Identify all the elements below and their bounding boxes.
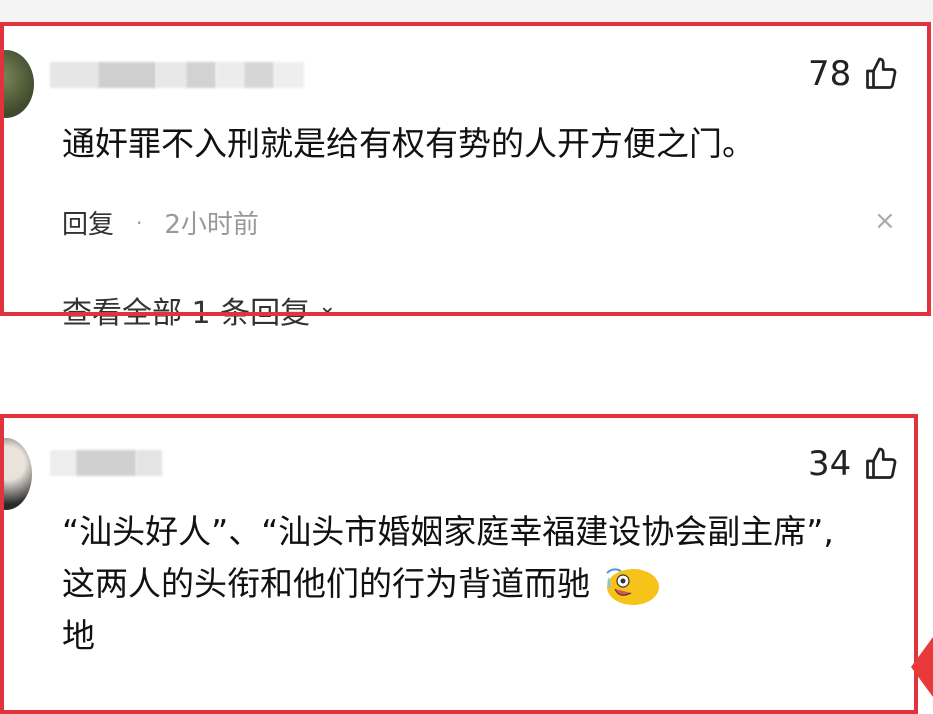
- reply-button[interactable]: 回复: [62, 204, 114, 241]
- comment-text: “汕头好人”、“汕头市婚姻家庭幸福建设协会副主席”, 这两人的头衔和他们的行为背…: [62, 506, 834, 662]
- avatar[interactable]: [0, 438, 32, 510]
- crying-laughing-emoji-icon: [601, 563, 661, 609]
- username-blurred[interactable]: [50, 62, 304, 88]
- top-strip: [0, 0, 933, 22]
- thumbs-up-icon[interactable]: [863, 56, 899, 92]
- meta-separator: ·: [136, 210, 143, 235]
- like-count[interactable]: 34: [808, 444, 899, 484]
- comment-meta: 回复 · 2小时前: [62, 204, 259, 241]
- view-replies-label: 查看全部 1 条回复: [62, 296, 311, 331]
- comment-text: 通奸罪不入刑就是给有权有势的人开方便之门。: [62, 124, 755, 163]
- chevron-down-icon: ⌄: [318, 293, 337, 319]
- comment-text-line-2-text: 这两人的头衔和他们的行为背道而驰: [62, 564, 590, 603]
- username-blurred[interactable]: [50, 450, 162, 476]
- avatar[interactable]: [0, 50, 34, 118]
- thumbs-up-icon[interactable]: [863, 446, 899, 482]
- like-count-value: 34: [808, 444, 852, 484]
- like-count-value: 78: [808, 54, 852, 94]
- like-count[interactable]: 78: [808, 54, 899, 94]
- comment-text-line-1: “汕头好人”、“汕头市婚姻家庭幸福建设协会副主席”,: [62, 512, 834, 551]
- close-icon[interactable]: ×: [874, 206, 896, 236]
- comment-text-line-3: 地: [62, 616, 95, 655]
- corner-decoration: [893, 627, 933, 697]
- timestamp: 2小时前: [164, 210, 259, 240]
- view-all-replies-link[interactable]: 查看全部 1 条回复 ⌄: [62, 288, 337, 332]
- comment-text-line-2: 这两人的头衔和他们的行为背道而驰: [62, 558, 834, 610]
